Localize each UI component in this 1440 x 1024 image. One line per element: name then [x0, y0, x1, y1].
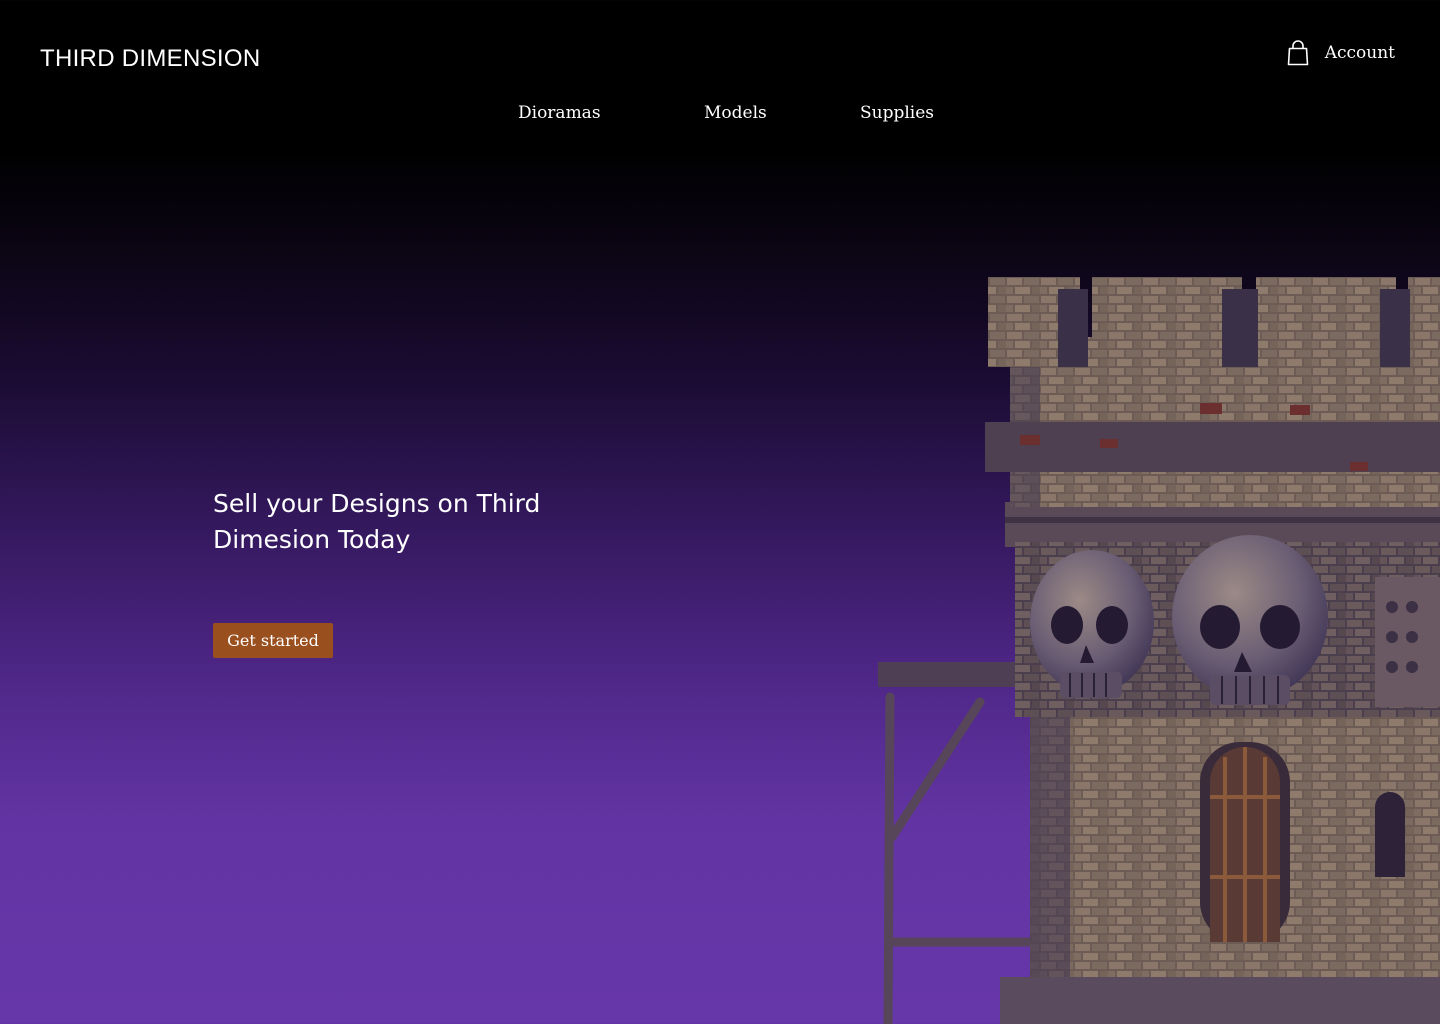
nav-item-models[interactable]: Models [704, 103, 767, 123]
hero-title: Sell your Designs on Third Dimesion Toda… [213, 489, 541, 554]
account-label: Account [1324, 43, 1395, 63]
main-nav: Dioramas Models Supplies [0, 103, 1440, 127]
brand-logo-text[interactable]: THIRD DIMENSION [40, 44, 261, 74]
nav-item-supplies[interactable]: Supplies [860, 103, 934, 123]
account-link[interactable]: Account [1287, 40, 1395, 66]
nav-item-dioramas[interactable]: Dioramas [518, 103, 601, 123]
shopping-bag-icon [1287, 40, 1309, 66]
castle-tower-image [870, 277, 1440, 1024]
get-started-button[interactable]: Get started [213, 623, 333, 658]
